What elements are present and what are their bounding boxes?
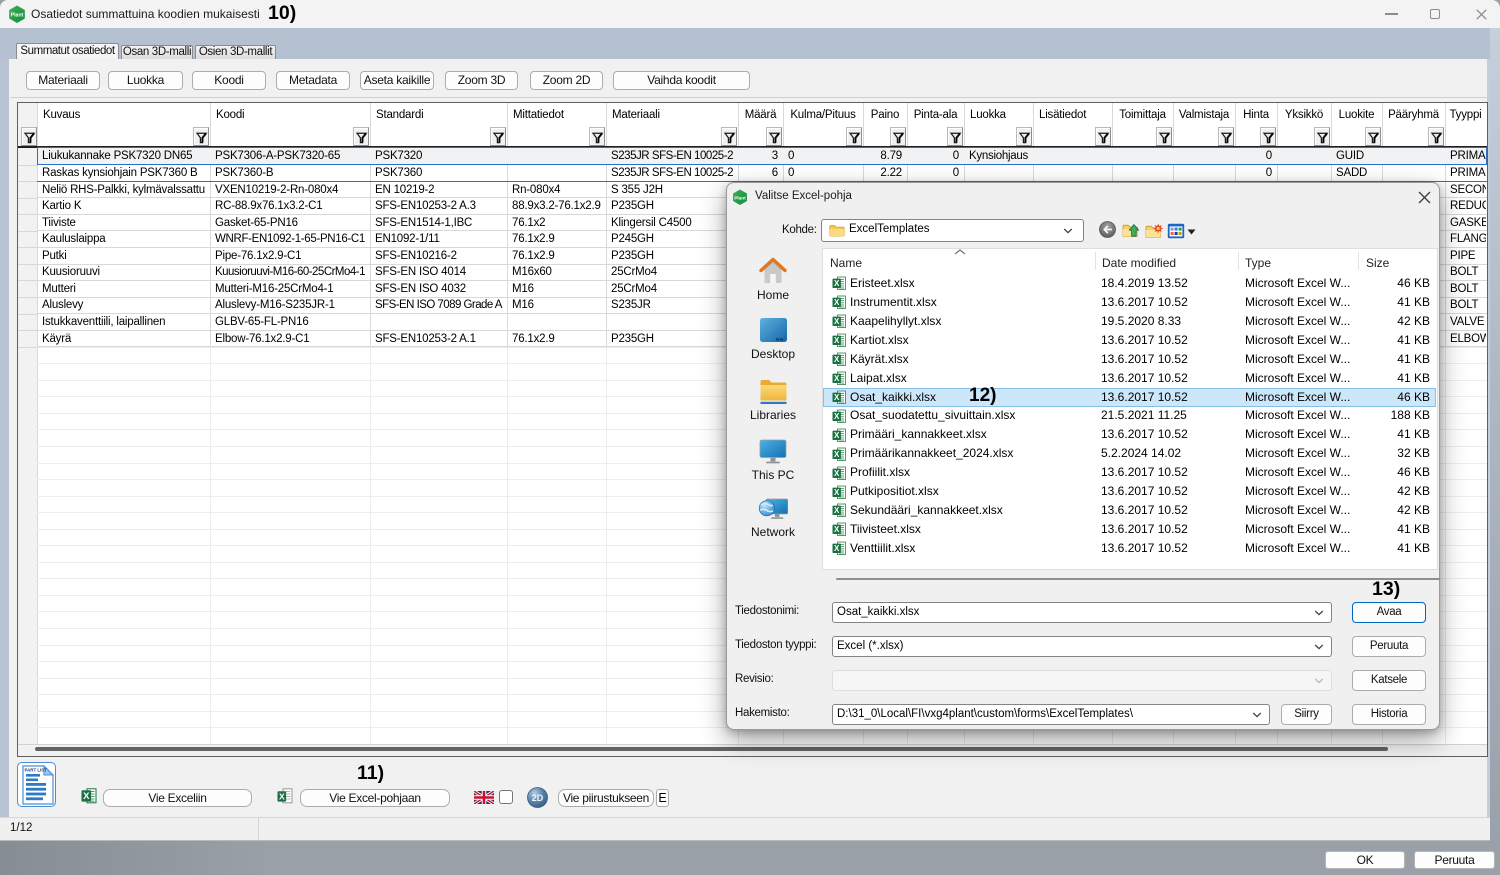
svg-text:2D: 2D xyxy=(532,793,544,803)
svg-text:X: X xyxy=(834,544,840,553)
svg-text:X: X xyxy=(834,336,840,345)
svg-text:X: X xyxy=(834,412,840,421)
svg-text:PART LIST: PART LIST xyxy=(24,767,47,772)
svg-text:X: X xyxy=(834,279,840,288)
svg-text:X: X xyxy=(834,450,840,459)
svg-text:X: X xyxy=(279,791,285,801)
svg-text:Plant: Plant xyxy=(734,195,746,200)
svg-text:X: X xyxy=(834,317,840,326)
svg-text:X: X xyxy=(834,506,840,515)
svg-text:X: X xyxy=(834,374,840,383)
svg-text:Plant: Plant xyxy=(11,13,24,19)
svg-text:X: X xyxy=(834,525,840,534)
svg-text:X: X xyxy=(834,469,840,478)
svg-text:X: X xyxy=(83,791,90,802)
svg-text:X: X xyxy=(834,431,840,440)
svg-text:X: X xyxy=(834,488,840,497)
svg-text:X: X xyxy=(834,298,840,307)
svg-text:X: X xyxy=(834,355,840,364)
svg-text:X: X xyxy=(834,393,840,402)
